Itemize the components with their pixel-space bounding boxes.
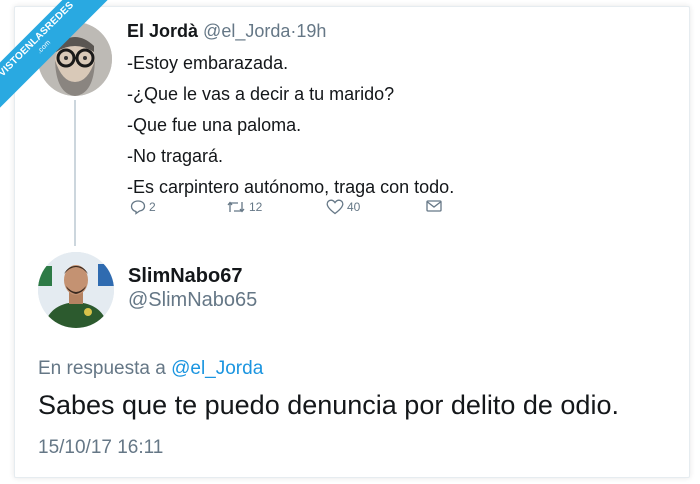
tweet1-line: -Que fue una paloma. (127, 115, 302, 135)
tweet1-line: -¿Que le vas a decir a tu marido? (127, 84, 395, 104)
tweet1-line: -No tragará. (127, 146, 224, 166)
message-icon (426, 200, 442, 212)
reply-to-link[interactable]: @el_Jorda (171, 358, 263, 379)
tweet1-line: -Estoy embarazada. (127, 53, 289, 73)
thread-connector (74, 100, 76, 246)
retweet-icon (227, 201, 245, 213)
message-button[interactable] (426, 199, 442, 213)
reply-prefix: En respuesta a (38, 358, 166, 379)
reply-icon (130, 200, 146, 215)
site-watermark: VISTOENLASREDES .com (0, 0, 120, 120)
like-icon (326, 199, 344, 215)
reply-button[interactable]: 2 (130, 199, 156, 215)
watermark-text: VISTOENLASREDES (0, 0, 77, 80)
tweet1-time[interactable]: 19h (296, 21, 326, 41)
retweet-button[interactable]: 12 (226, 199, 262, 215)
tweet1-author-name[interactable]: El Jordà (127, 21, 198, 41)
retweet-count: 12 (249, 200, 263, 214)
reply-text: Sabes que te puedo denuncia por delito d… (38, 390, 619, 420)
like-button[interactable]: 40 (326, 199, 360, 215)
tweet1-actions: 2 12 40 (130, 199, 460, 219)
reply-author-handle[interactable]: @SlimNabo65 (128, 289, 257, 312)
tweet1-header: El Jordà @el_Jorda·19h (127, 21, 326, 42)
reply-timestamp[interactable]: 15/10/17 16:11 (38, 437, 163, 459)
reply-count: 2 (149, 200, 156, 214)
tweet1-text: -Estoy embarazada. -¿Que le vas a decir … (127, 48, 454, 203)
reply-author-name[interactable]: SlimNabo67 (128, 265, 242, 288)
reply-context: En respuesta a @el_Jorda (38, 358, 263, 380)
tweet1-author-handle[interactable]: @el_Jorda (203, 21, 290, 41)
avatar-slimnabo[interactable] (38, 252, 114, 328)
like-count: 40 (347, 200, 361, 214)
